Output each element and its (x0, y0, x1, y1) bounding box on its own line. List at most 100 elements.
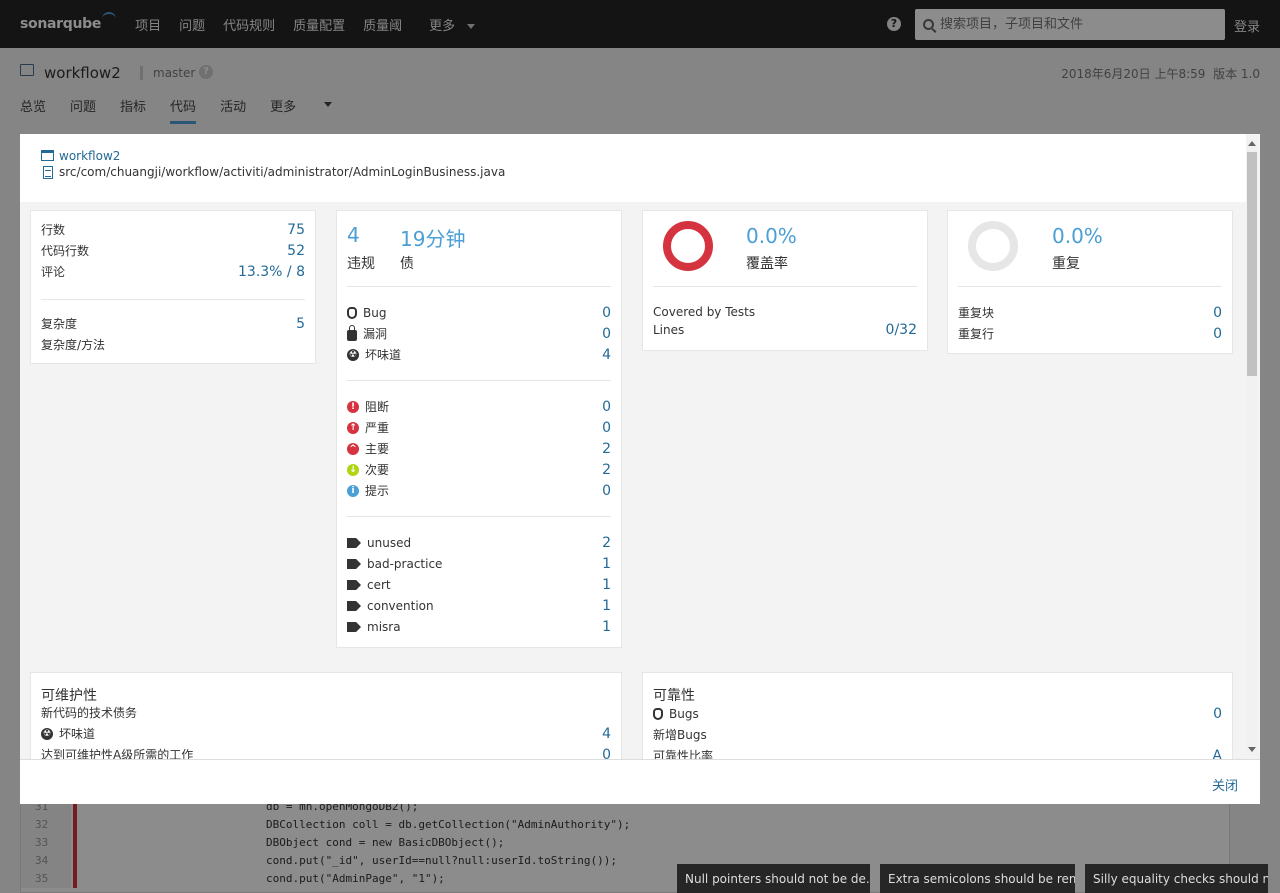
tag-label: misra (347, 617, 401, 637)
info-icon: i (347, 485, 359, 497)
debt-label: 债 (400, 256, 414, 272)
metric-label: 达到可维护性A级所需的工作 (41, 748, 194, 759)
modal-body: workflow2 src/com/chuangji/workflow/acti… (20, 134, 1260, 759)
severity-label: i 提示 (347, 481, 389, 501)
metric-label: 重复行 (958, 327, 995, 341)
severity-blocker: ! 阻断 0 (347, 397, 611, 417)
violations-count[interactable]: 4 (347, 223, 360, 247)
metric-comments: 评论 13.3% / 8 (41, 262, 305, 282)
metric-value[interactable]: 52 (287, 241, 305, 261)
covered-by-tests: Covered by Tests (653, 302, 917, 322)
metric-value[interactable]: 2 (602, 533, 611, 553)
bug-icon (653, 708, 663, 720)
scroll-down-icon[interactable] (1248, 747, 1256, 752)
scroll-up-icon[interactable] (1248, 141, 1256, 146)
tag-label: cert (347, 575, 391, 595)
metric-value[interactable]: 0/32 (886, 320, 917, 340)
critical-icon: ↑ (347, 422, 359, 434)
metric-value[interactable]: 1 (602, 617, 611, 637)
coverage-donut-chart (663, 221, 713, 271)
type-bug: Bug 0 (347, 303, 611, 323)
divider (347, 380, 611, 381)
coverage-card: 0.0% 覆盖率 Covered by Tests Lines 0/32 (642, 210, 928, 351)
metric-label: 评论 (41, 265, 66, 279)
duplication-value[interactable]: 0.0% (1052, 224, 1103, 248)
coverage-lines: Lines 0/32 (653, 320, 917, 340)
metric-label: 重复块 (958, 306, 995, 320)
metric-value[interactable]: 0 (602, 418, 611, 438)
modal-header: workflow2 src/com/chuangji/workflow/acti… (20, 134, 1246, 202)
metric-value[interactable]: 0 (1213, 324, 1222, 344)
label-text: 坏味道 (59, 727, 96, 741)
metric-value[interactable]: 0 (602, 303, 611, 323)
metric-label: 可靠性比率 (653, 749, 714, 759)
tag-row: unused 2 (347, 533, 611, 553)
modal-footer: 关闭 (20, 759, 1260, 804)
issue-toasts: Null pointers should not be de...✕ Extra… (677, 864, 1278, 893)
severity-major: ^ 主要 2 (347, 439, 611, 459)
tag-row: convention 1 (347, 596, 611, 616)
violations-label: 违规 (347, 256, 375, 272)
tag-row: cert 1 (347, 575, 611, 595)
metric-label: 复杂度/方法 (41, 338, 106, 352)
scrollbar-thumb[interactable] (1247, 152, 1257, 376)
metric-label: 复杂度 (41, 317, 78, 331)
metric-value[interactable]: 1 (602, 575, 611, 595)
metric-value[interactable]: 5 (296, 314, 305, 334)
severity-minor: ↓ 次要 2 (347, 460, 611, 480)
issue-toast[interactable]: Silly equality checks should n...✕ (1085, 864, 1268, 893)
type-vulnerability: 漏洞 0 (347, 324, 611, 344)
metric-value[interactable]: 0 (602, 324, 611, 344)
label-text: Bugs (669, 707, 699, 721)
metric-value[interactable]: 4 (602, 724, 611, 744)
issue-toast[interactable]: Null pointers should not be de...✕ (677, 864, 870, 893)
tag-label: convention (347, 596, 434, 616)
size-card: 行数 75 代码行数 52 评论 13.3% / 8 复杂度 5 复杂度/方法 (30, 210, 316, 364)
issue-toast[interactable]: Extra semicolons should be rem...✕ (880, 864, 1075, 893)
metric-value[interactable]: 0 (602, 481, 611, 501)
maintainability-card: 可维护性 新代码的技术债务 ☢ 坏味道 4 达到可维护性A级所需的工作 0 (30, 672, 622, 759)
modal-project-link[interactable]: workflow2 (59, 149, 120, 163)
bugs-row: Bugs 0 (653, 704, 1222, 724)
label-text: unused (367, 536, 412, 550)
metric-value[interactable]: 0 (1213, 303, 1222, 323)
tag-icon (347, 559, 361, 569)
minor-icon: ↓ (347, 464, 359, 476)
metric-value[interactable]: 4 (602, 345, 611, 365)
metric-value[interactable]: 0 (602, 745, 611, 759)
divider (958, 286, 1222, 287)
file-measures-modal: workflow2 src/com/chuangji/workflow/acti… (20, 134, 1260, 804)
toast-text: Silly equality checks should n... (1093, 871, 1268, 886)
label-text: 严重 (365, 421, 390, 435)
reliability-rating-row: 可靠性比率 A (653, 746, 1222, 759)
metric-value[interactable]: 13.3% / 8 (238, 262, 305, 282)
metric-value[interactable]: 0 (1213, 704, 1222, 724)
metric-value[interactable]: 75 (287, 220, 305, 240)
tag-row: misra 1 (347, 617, 611, 637)
debt-value[interactable]: 19分钟 (400, 223, 465, 252)
duplication-donut-chart (968, 221, 1018, 271)
metric-label: 新代码的技术债务 (41, 706, 138, 720)
metric-value[interactable]: 1 (602, 596, 611, 616)
metric-value[interactable]: 0 (602, 397, 611, 417)
new-code-debt: 新代码的技术债务 (41, 703, 611, 723)
severity-info: i 提示 0 (347, 481, 611, 501)
coverage-value[interactable]: 0.0% (746, 224, 797, 248)
metric-value[interactable]: 2 (602, 460, 611, 480)
modal-scrollbar[interactable] (1246, 138, 1258, 755)
label-text: 坏味道 (365, 348, 402, 362)
severity-label: ↑ 严重 (347, 418, 389, 438)
close-button[interactable]: 关闭 (1212, 775, 1238, 794)
metric-value[interactable]: A (1212, 746, 1222, 759)
severity-label: ^ 主要 (347, 439, 389, 459)
label-text: bad-practice (367, 557, 443, 571)
label-text: 次要 (365, 463, 390, 477)
tag-icon (347, 580, 361, 590)
metric-label: ☢ 坏味道 (41, 724, 95, 744)
label-text: 阻断 (365, 400, 390, 414)
metric-value[interactable]: 1 (602, 554, 611, 574)
metric-complexity: 复杂度 5 (41, 314, 305, 334)
label-text: cert (367, 578, 391, 592)
metric-value[interactable]: 2 (602, 439, 611, 459)
label-text: Bug (363, 306, 387, 320)
